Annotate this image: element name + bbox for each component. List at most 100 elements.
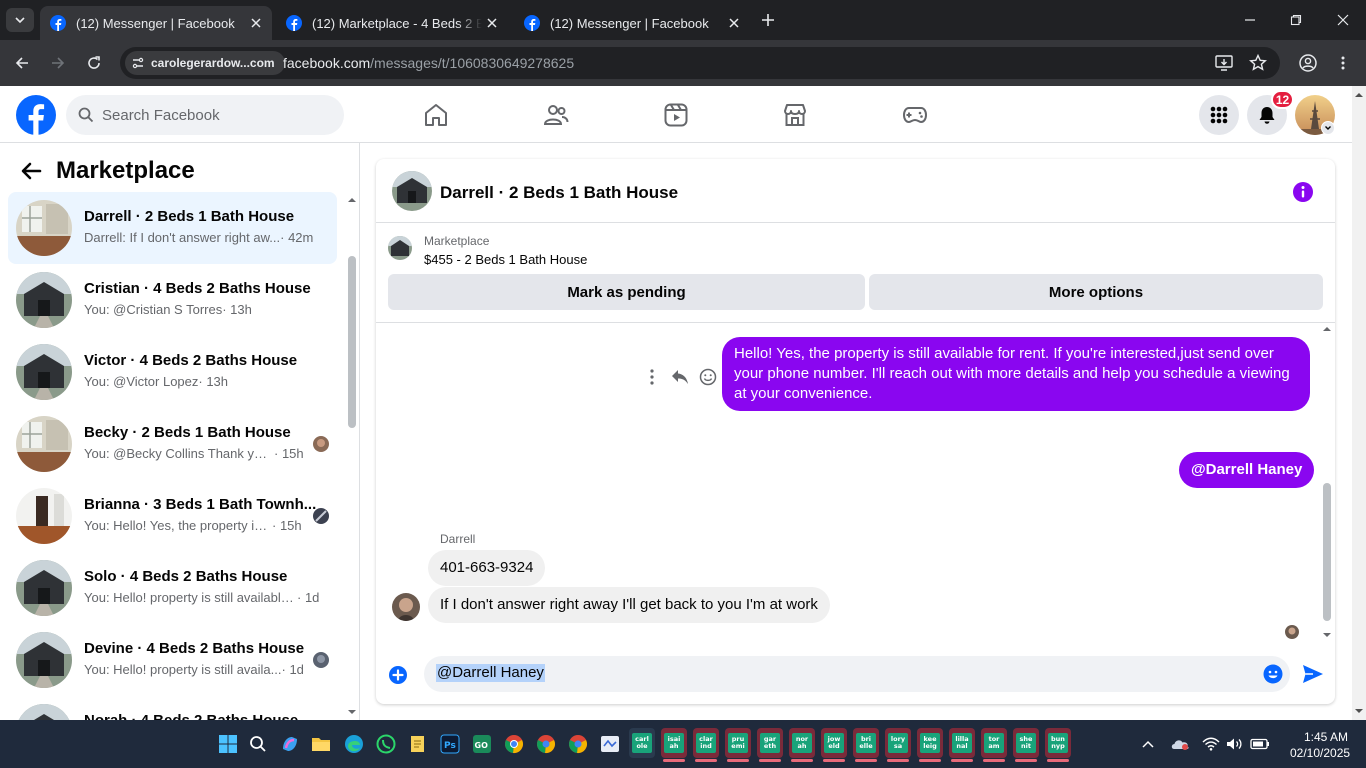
chrome-profile-icon[interactable] [564,730,592,758]
back-button[interactable] [10,51,34,75]
browser-tab-messenger-2[interactable]: (12) Messenger | Facebook [514,6,750,40]
address-bar[interactable]: carolegerardow...com facebook.com/messag… [120,47,1280,79]
outgoing-message[interactable]: Hello! Yes, the property is still availa… [722,337,1310,411]
search-input[interactable] [102,106,322,124]
scroll-thumb[interactable] [348,256,356,428]
listing-price-title[interactable]: $455 - 2 Beds 1 Bath House [424,252,587,267]
close-tab-icon[interactable] [724,13,744,33]
chrome-icon[interactable] [500,730,528,758]
conversation-item[interactable]: Darrell · 2 Beds 1 Bath House Darrell: I… [8,192,337,264]
conversation-item[interactable]: Solo · 4 Beds 2 Baths House You: Hello! … [8,552,337,624]
reload-button[interactable] [82,51,106,75]
facebook-search[interactable] [66,95,344,135]
seen-avatar [313,436,329,452]
install-app-icon[interactable] [1214,53,1234,73]
conversation-info-button[interactable] [1292,181,1314,203]
show-hidden-icons[interactable] [1138,734,1158,754]
taskbar-app[interactable]: nor ah [789,728,815,762]
conversation-item[interactable]: Becky · 2 Beds 1 Bath House You: @Becky … [8,408,337,480]
facebook-logo[interactable] [16,95,56,135]
chat-title[interactable]: Darrell · 2 Beds 1 Bath House [440,183,678,203]
thread-scrollbar[interactable] [1320,323,1334,639]
bookmark-star-icon[interactable] [1248,53,1268,73]
react-emoji-icon[interactable] [694,365,722,389]
minimize-button[interactable] [1238,8,1262,32]
incoming-message[interactable]: If I don't answer right away I'll get ba… [428,587,830,623]
forward-button[interactable] [46,51,70,75]
system-clock[interactable]: 1:45 AM 02/10/2025 [1290,729,1350,761]
conversation-list-scrollbar[interactable] [345,190,359,720]
conversation-item[interactable]: Cristian · 4 Beds 2 Baths House You: @Cr… [8,264,337,336]
nav-home[interactable] [416,98,456,132]
outgoing-message[interactable]: @Darrell Haney [1179,452,1315,488]
wifi-icon[interactable] [1201,734,1221,754]
back-arrow-icon[interactable] [20,160,42,182]
taskbar-app[interactable]: clar ind [693,728,719,762]
start-button[interactable] [214,730,242,758]
more-actions-button[interactable] [388,665,408,685]
taskbar-app[interactable]: jow eld [821,728,847,762]
taskbar-app[interactable]: carl ole [629,728,655,758]
marketplace-label: Marketplace [424,234,490,248]
windows-taskbar: Ps GO carl ole isai ah clar ind pru emi … [0,720,1366,768]
nav-gaming[interactable] [895,98,935,132]
site-info-chip[interactable]: carolegerardow...com [125,51,285,75]
menu-button[interactable] [1199,95,1239,135]
onedrive-icon[interactable] [1170,734,1190,754]
taskbar-app[interactable]: bun nyp [1045,728,1071,762]
new-tab-button[interactable] [756,8,780,32]
mark-as-pending-button[interactable]: Mark as pending [388,274,865,310]
tab-search-button[interactable] [6,8,34,32]
listing-avatar[interactable] [392,171,432,211]
page-scrollbar[interactable] [1352,86,1366,720]
taskbar-app[interactable]: gar eth [757,728,783,762]
battery-icon[interactable] [1250,734,1270,754]
taskbar-app[interactable]: isai ah [661,728,687,762]
message-input[interactable]: @Darrell Haney [424,656,1290,692]
incoming-message[interactable]: 401-663-9324 [428,550,546,586]
nav-marketplace[interactable] [775,98,815,132]
file-explorer-icon[interactable] [307,730,335,758]
scroll-thumb[interactable] [1323,483,1331,621]
conversation-item[interactable]: Brianna · 3 Beds 1 Bath Townh... You: He… [8,480,337,552]
taskbar-app[interactable]: kee leig [917,728,943,762]
sender-avatar[interactable] [392,593,420,621]
browser-menu-button[interactable] [1331,51,1355,75]
profile-button[interactable] [1296,51,1320,75]
browser-tab-marketplace[interactable]: (12) Marketplace - 4 Beds 2 Baths [276,6,508,40]
more-actions-icon[interactable] [638,365,666,389]
taskbar-app[interactable]: lory sa [885,728,911,762]
copilot-icon[interactable] [276,730,304,758]
nav-video[interactable] [656,98,696,132]
account-caret[interactable] [1321,121,1335,135]
restore-button[interactable] [1284,8,1308,32]
volume-icon[interactable] [1225,734,1245,754]
send-button[interactable] [1302,664,1324,684]
edge-browser-icon[interactable] [340,730,368,758]
more-options-button[interactable]: More options [869,274,1323,310]
taskbar-app[interactable]: bri elle [853,728,879,762]
close-window-button[interactable] [1331,8,1355,32]
emoji-button[interactable] [1263,664,1283,684]
nav-friends[interactable] [536,98,576,132]
facebook-favicon-icon [524,15,540,31]
taskbar-app[interactable]: pru emi [725,728,751,762]
browser-tab-messenger-1[interactable]: (12) Messenger | Facebook [40,6,272,40]
conversation-item[interactable]: Norah · 4 Beds 2 Baths House [8,696,337,720]
app-go-icon[interactable]: GO [468,730,496,758]
close-tab-icon[interactable] [246,13,266,33]
whatsapp-icon[interactable] [372,730,400,758]
reply-icon[interactable] [666,365,694,389]
taskbar-app[interactable]: she nit [1013,728,1039,762]
taskbar-search[interactable] [244,730,272,758]
conversation-item[interactable]: Victor · 4 Beds 2 Baths House You: @Vict… [8,336,337,408]
taskbar-app[interactable]: tor am [981,728,1007,762]
app-window-icon[interactable] [596,730,624,758]
close-tab-icon[interactable] [482,13,502,33]
photoshop-icon[interactable]: Ps [436,730,464,758]
notepad-icon[interactable] [404,730,432,758]
conversation-item[interactable]: Devine · 4 Beds 2 Baths House You: Hello… [8,624,337,696]
taskbar-app[interactable]: lilla nal [949,728,975,762]
facebook-favicon-icon [50,15,66,31]
chrome-profile-icon[interactable] [532,730,560,758]
